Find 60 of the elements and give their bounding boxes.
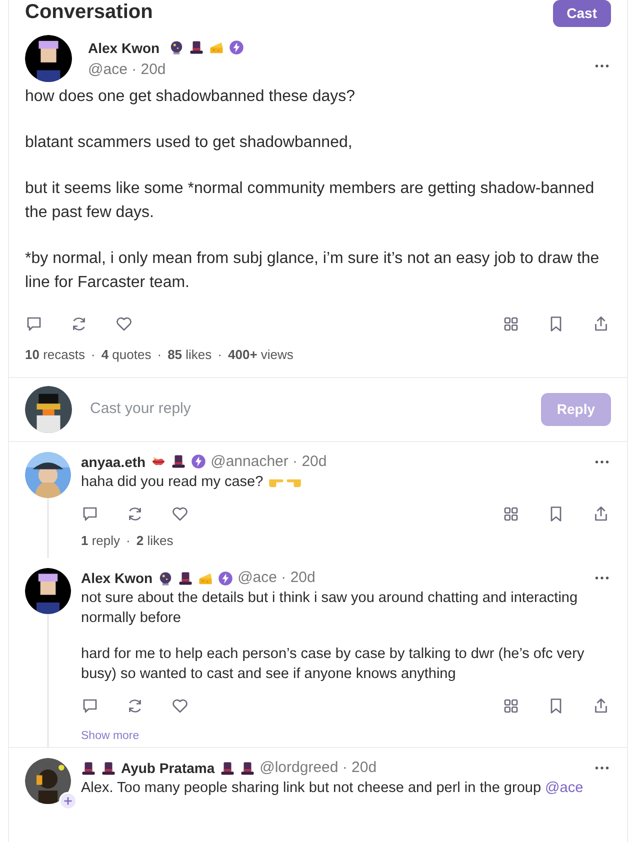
lightning-badge-icon (190, 454, 206, 469)
post-text: but it seems like some *normal community members are getting shadow-banned the past few days. (25, 179, 596, 223)
top-hat-icon (220, 760, 235, 776)
top-hat-icon (170, 454, 186, 469)
heart-icon[interactable] (171, 697, 189, 715)
post-text: how does one get shadowbanned these days? (25, 87, 356, 107)
post-text: blatant scammers used to get shadowbanned, (25, 133, 354, 153)
reply-text: haha did you read my case? (81, 472, 611, 492)
page-title: Conversation (25, 0, 153, 24)
heart-icon[interactable] (171, 504, 189, 522)
stat-count[interactable]: 2 likes (136, 530, 174, 550)
share-icon[interactable] (592, 504, 610, 522)
lightning-badge-icon (228, 40, 244, 55)
reply-text: not sure about the details but i think i saw you around chatting and interacting normally before (81, 589, 579, 628)
top-hat-icon (101, 760, 116, 776)
top-hat-icon (240, 760, 255, 776)
separator-dot: · (90, 346, 96, 364)
mention-link[interactable]: @ace (545, 780, 584, 796)
author-name[interactable]: Ayub Pratama (121, 758, 215, 778)
author-name[interactable]: Alex Kwon (81, 568, 153, 588)
stat-count[interactable]: 85 likes (168, 345, 212, 364)
reply-text: Alex. Too many people sharing link but not cheese and perl in the group @ace (81, 779, 584, 798)
author-name[interactable]: Alex Kwon (88, 38, 160, 58)
show-more-link[interactable]: Show more (81, 728, 140, 746)
separator-dot: · (157, 346, 162, 364)
separator-dot: · (218, 346, 222, 364)
reply-text: hard for me to help each person’s case by case by talking to dwr (he’s ofc very busy) so wanted to cast and see if anyone knows anything (81, 645, 586, 684)
top-hat-icon (188, 40, 204, 55)
heart-icon[interactable] (115, 315, 133, 333)
share-icon[interactable] (592, 315, 610, 333)
grid-icon[interactable] (502, 504, 520, 522)
author-handle: @lordgreed · 20d (260, 758, 377, 778)
grid-icon[interactable] (502, 315, 520, 333)
cheese-icon (208, 40, 224, 55)
author-name[interactable]: anyaa.eth (81, 452, 146, 472)
comment-icon[interactable] (25, 315, 43, 333)
top-hat-icon (81, 760, 96, 776)
stat-count[interactable]: 1 reply (81, 530, 120, 550)
recast-icon[interactable] (126, 697, 144, 715)
top-hat-icon (178, 570, 193, 586)
comment-icon[interactable] (81, 697, 99, 715)
comment-icon[interactable] (81, 504, 99, 522)
stat-count[interactable]: 400+ views (228, 345, 294, 364)
post-text: *by normal, i only mean from subj glance, i’m sure it’s not an easy job to draw the line for Farcaster team. (25, 249, 600, 293)
recast-icon[interactable] (126, 504, 144, 522)
author-handle: @ace · 20d (238, 568, 316, 588)
crystal-ball-icon (158, 570, 173, 586)
author-handle: @ace · 20d (88, 60, 167, 80)
author-handle: @annacher · 20d (210, 452, 327, 472)
separator-dot: · (126, 532, 130, 550)
lightning-badge-icon (218, 570, 233, 586)
stat-count[interactable]: 4 quotes (101, 345, 152, 364)
grid-icon[interactable] (502, 697, 520, 715)
stat-count[interactable]: 10 recasts (25, 345, 85, 364)
cheese-icon (198, 570, 213, 586)
follow-plus-icon[interactable] (59, 792, 77, 810)
crystal-ball-icon (168, 40, 184, 55)
share-icon[interactable] (592, 697, 610, 715)
cast-button[interactable]: Cast (552, 0, 611, 27)
recast-icon[interactable] (70, 315, 88, 333)
